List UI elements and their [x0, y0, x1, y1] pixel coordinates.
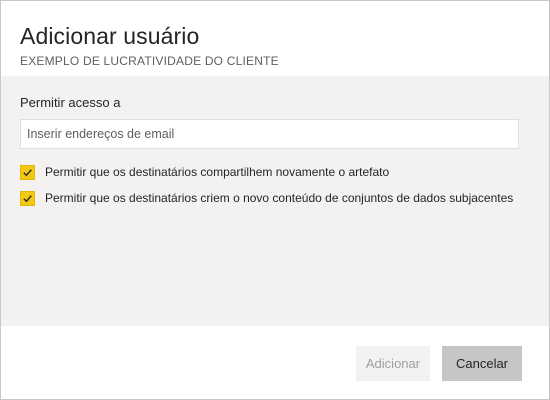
dialog-header: Adicionar usuário EXEMPLO DE LUCRATIVIDA… — [1, 1, 549, 76]
checkmark-icon — [23, 168, 32, 176]
build-content-option-label: Permitir que os destinatários criem o no… — [45, 191, 514, 205]
dialog-body: Permitir acesso a Permitir que os destin… — [1, 76, 549, 326]
reshare-option[interactable]: Permitir que os destinatários compartilh… — [20, 164, 389, 180]
email-input[interactable] — [20, 119, 519, 149]
cancel-button[interactable]: Cancelar — [442, 346, 522, 381]
reshare-checkbox[interactable] — [20, 164, 35, 180]
add-button[interactable]: Adicionar — [356, 346, 430, 381]
checkmark-icon — [23, 194, 32, 202]
reshare-option-label: Permitir que os destinatários compartilh… — [45, 165, 390, 179]
add-user-dialog: Adicionar usuário EXEMPLO DE LUCRATIVIDA… — [0, 0, 550, 400]
dialog-footer: Adicionar Cancelar — [1, 326, 549, 399]
build-content-option[interactable]: Permitir que os destinatários criem o no… — [20, 190, 513, 206]
build-content-checkbox[interactable] — [20, 190, 35, 206]
dialog-title: Adicionar usuário — [20, 23, 200, 49]
dialog-subtitle: EXEMPLO DE LUCRATIVIDADE DO CLIENTE — [20, 54, 279, 68]
access-label: Permitir acesso a — [20, 95, 121, 110]
